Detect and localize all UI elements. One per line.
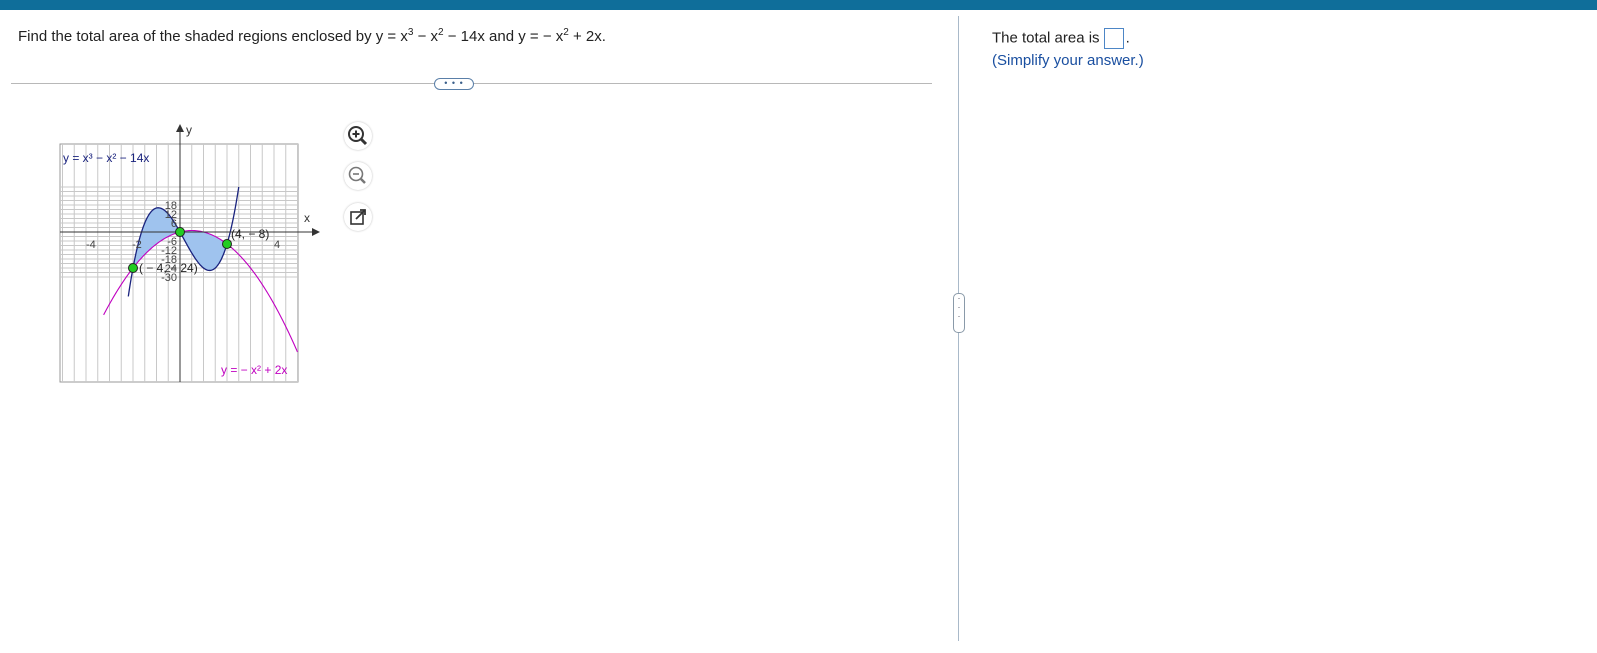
intersection-point — [175, 227, 185, 237]
cubic-curve-label: y = x³ − x² − 14x — [63, 151, 149, 165]
more-options-button[interactable]: • • • — [434, 78, 474, 90]
answer-hint: (Simplify your answer.) — [992, 52, 1144, 69]
zoom-out-button[interactable] — [344, 162, 372, 190]
x-axis-label: x — [304, 211, 310, 225]
top-bar — [0, 0, 1597, 10]
y-axis-label: y — [186, 123, 192, 137]
x-tick-label: -2 — [132, 239, 142, 251]
x-tick-label: 4 — [274, 239, 280, 251]
x-tick-label: -4 — [86, 239, 96, 251]
y-tick-label: 6 — [171, 218, 177, 230]
external-link-icon — [350, 209, 366, 225]
parabola-curve-label: y = − x² + 2x — [221, 363, 287, 377]
answer-input[interactable] — [1103, 28, 1124, 49]
point-label-neg4-neg24: ( − 4, − 24) — [139, 261, 198, 275]
answer-prompt: The total area is. — [992, 28, 1130, 49]
zoom-in-button[interactable] — [344, 122, 372, 150]
popout-button[interactable] — [344, 203, 372, 231]
question-text: Find the total area of the shaded region… — [18, 27, 606, 46]
function-graph: -4-22418126-6-12-1824-30 x y y = x³ − x²… — [59, 123, 320, 383]
intersection-point — [128, 263, 138, 273]
zoom-out-icon — [348, 166, 366, 184]
intersection-point — [222, 239, 232, 249]
point-label-4-neg8: (4, − 8) — [231, 227, 269, 241]
zoom-in-icon — [348, 126, 368, 146]
pane-resize-handle[interactable]: · · · — [953, 293, 965, 333]
